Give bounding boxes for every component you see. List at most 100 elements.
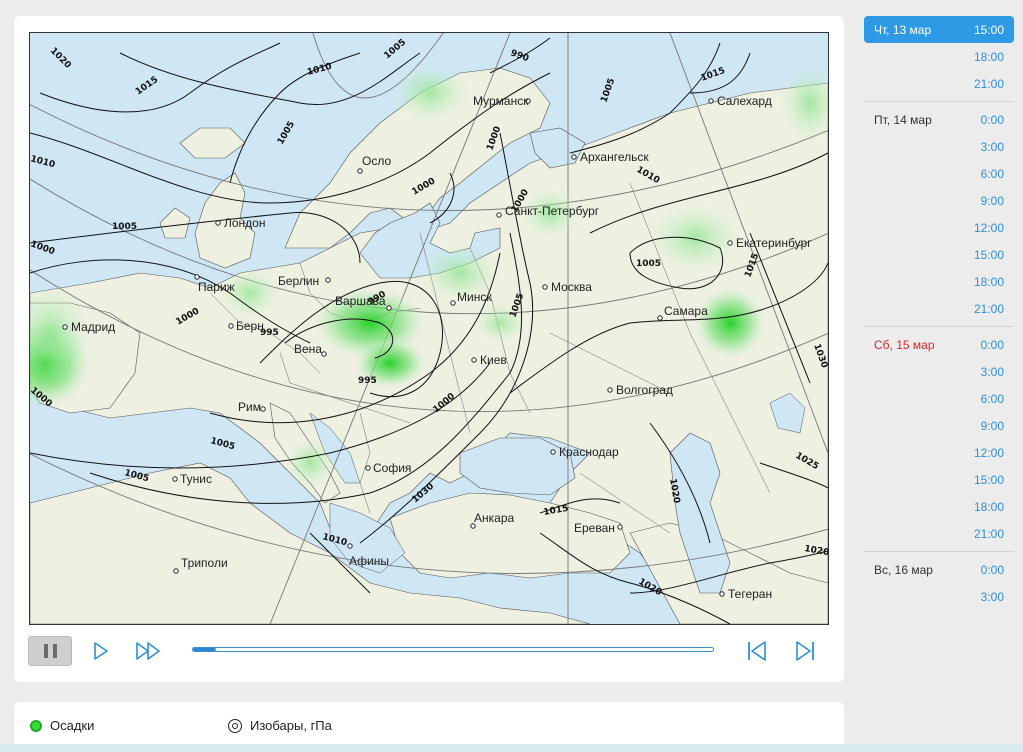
city-samara[interactable]: Самара: [657, 304, 708, 321]
time-slot[interactable]: 15:00: [864, 241, 1014, 268]
time-label: 0:00: [980, 562, 1004, 577]
day-label: Сб, 15 мар: [874, 337, 935, 352]
time-slot[interactable]: Вс, 16 мар 0:00: [864, 556, 1014, 583]
day-block: Сб, 15 мар 0:00 3:00 6:00 9:00 12:00 15:00 18:0…: [864, 331, 1014, 552]
play-button[interactable]: [88, 636, 114, 666]
day-label: Вс, 16 мар: [874, 562, 933, 577]
city-tehran[interactable]: Тегеран: [719, 587, 772, 601]
time-label: 3:00: [980, 364, 1004, 379]
city-krasnodar[interactable]: Краснодар: [550, 445, 619, 459]
legend-isobar-label: Изобары, гПа: [250, 718, 332, 733]
time-label: 6:00: [980, 166, 1004, 181]
play-icon: [94, 642, 108, 660]
time-slot[interactable]: 9:00: [864, 412, 1014, 439]
time-slot[interactable]: 3:00: [864, 358, 1014, 385]
forecast-time-list: Чт, 13 мар 15:00 18:00 21:00 Пт, 14 мар 0:00 3…: [864, 16, 1014, 618]
skip-to-end-button[interactable]: [792, 636, 818, 666]
svg-text:Лондон: Лондон: [224, 216, 265, 230]
city-vienna[interactable]: Вена: [294, 342, 327, 357]
time-slot[interactable]: 12:00: [864, 439, 1014, 466]
svg-text:Осло: Осло: [362, 154, 391, 168]
svg-text:Триполи: Триполи: [181, 556, 228, 570]
weather-map[interactable]: 1020 1015 1010 1005 1000 1010 1005 1005 …: [29, 32, 829, 625]
time-label: 18:00: [973, 499, 1004, 514]
day-block: Вс, 16 мар 0:00 3:00: [864, 556, 1014, 614]
time-slot[interactable]: 6:00: [864, 160, 1014, 187]
svg-text:Варшава: Варшава: [335, 294, 386, 308]
city-moscow[interactable]: Москва: [542, 280, 592, 294]
playback-controls: [28, 634, 828, 668]
time-label: 9:00: [980, 418, 1004, 433]
city-spb[interactable]: Санкт-Петербург: [496, 204, 600, 218]
svg-text:Салехард: Салехард: [717, 94, 772, 108]
time-label: 12:00: [973, 220, 1004, 235]
pause-button[interactable]: [28, 636, 72, 666]
day-block: Чт, 13 мар 15:00 18:00 21:00: [864, 16, 1014, 102]
city-murmansk[interactable]: Мурманск: [473, 94, 531, 108]
city-warsaw[interactable]: Варшава: [335, 294, 392, 311]
time-slot[interactable]: 18:00: [864, 268, 1014, 295]
city-arkhangelsk[interactable]: Архангельск: [571, 150, 650, 164]
svg-text:Афины: Афины: [349, 554, 389, 568]
time-label: 6:00: [980, 391, 1004, 406]
day-label: Чт, 13 мар: [874, 22, 932, 37]
time-label: 9:00: [980, 193, 1004, 208]
time-label: 21:00: [973, 76, 1004, 91]
svg-text:Волгоград: Волгоград: [616, 383, 673, 397]
skip-back-icon: [748, 641, 766, 661]
legend-precip-label: Осадки: [50, 718, 95, 733]
time-slot[interactable]: 21:00: [864, 295, 1014, 322]
map-card: 1020 1015 1010 1005 1000 1010 1005 1005 …: [14, 16, 844, 682]
time-slot[interactable]: 3:00: [864, 583, 1014, 610]
time-slot[interactable]: 15:00: [864, 466, 1014, 493]
svg-text:Анкара: Анкара: [474, 511, 514, 525]
time-label: 12:00: [973, 445, 1004, 460]
fast-forward-icon: [136, 642, 160, 660]
svg-text:Санкт-Петербург: Санкт-Петербург: [505, 204, 600, 218]
day-label: Пт, 14 мар: [874, 112, 932, 127]
time-slot[interactable]: 18:00: [864, 43, 1014, 70]
time-label: 3:00: [980, 139, 1004, 154]
map-svg: 1020 1015 1010 1005 1000 1010 1005 1005 …: [30, 33, 828, 624]
svg-text:Ереван: Ереван: [574, 521, 615, 535]
skip-to-start-button[interactable]: [744, 636, 770, 666]
svg-text:Киев: Киев: [480, 353, 507, 367]
time-label: 0:00: [980, 337, 1004, 352]
legend-precip[interactable]: Осадки: [30, 718, 94, 733]
svg-text:Мурманск: Мурманск: [473, 94, 529, 108]
time-slot[interactable]: 18:00: [864, 493, 1014, 520]
city-sofia[interactable]: София: [365, 461, 412, 475]
isobar-ring-icon: [228, 718, 242, 733]
city-volgograd[interactable]: Волгоград: [607, 383, 673, 397]
city-minsk[interactable]: Минск: [450, 290, 493, 306]
city-madrid[interactable]: Мадрид: [62, 320, 115, 334]
time-slot[interactable]: 9:00: [864, 187, 1014, 214]
svg-text:Берлин: Берлин: [278, 274, 319, 288]
time-slot[interactable]: Чт, 13 мар 15:00: [864, 16, 1014, 43]
time-slot[interactable]: Сб, 15 мар 0:00: [864, 331, 1014, 358]
time-slot[interactable]: 21:00: [864, 70, 1014, 97]
city-london[interactable]: Лондон: [215, 216, 266, 230]
pause-icon: [52, 644, 57, 658]
city-ekaterinburg[interactable]: Екатеринбург: [727, 236, 812, 250]
isobar-label: 1005: [112, 222, 137, 232]
fast-forward-button[interactable]: [132, 636, 166, 666]
svg-text:Берн: Берн: [236, 319, 264, 333]
time-slot[interactable]: 3:00: [864, 133, 1014, 160]
time-label: 18:00: [973, 49, 1004, 64]
svg-text:Рим: Рим: [238, 400, 261, 414]
timeline-progress-fill: [193, 648, 217, 651]
svg-text:Париж: Париж: [198, 280, 235, 294]
timeline-progress[interactable]: [192, 647, 714, 652]
time-slot[interactable]: 21:00: [864, 520, 1014, 547]
time-label: 15:00: [973, 247, 1004, 262]
svg-text:Мадрид: Мадрид: [71, 320, 115, 334]
legend-isobars[interactable]: Изобары, гПа: [228, 718, 332, 733]
time-slot[interactable]: 12:00: [864, 214, 1014, 241]
time-slot[interactable]: Пт, 14 мар 0:00: [864, 106, 1014, 133]
svg-text:Тегеран: Тегеран: [728, 587, 772, 601]
svg-text:София: София: [373, 461, 411, 475]
time-slot[interactable]: 6:00: [864, 385, 1014, 412]
city-salekhard[interactable]: Салехард: [708, 94, 772, 108]
svg-text:Самара: Самара: [664, 304, 708, 318]
